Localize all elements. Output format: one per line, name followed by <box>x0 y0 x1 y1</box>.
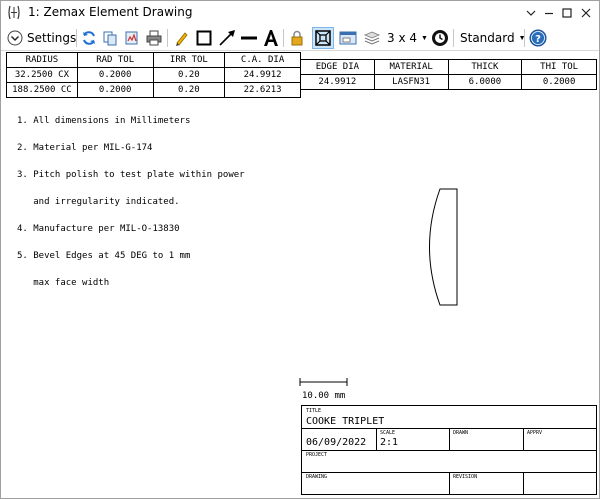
fit-icon <box>315 30 331 46</box>
rectangle-button[interactable] <box>195 27 213 49</box>
svg-text:?: ? <box>535 34 541 45</box>
scale-field-label: SCALE <box>380 430 396 436</box>
export-icon <box>125 31 138 45</box>
pencil-button[interactable] <box>173 27 191 49</box>
line-icon <box>241 36 257 40</box>
lens-profile <box>429 188 458 306</box>
layers-button[interactable] <box>362 27 382 49</box>
toolbar-separator <box>453 29 454 47</box>
drawing-field-label: DRAWING <box>306 474 328 480</box>
close-button[interactable] <box>578 5 594 21</box>
pencil-icon <box>176 32 188 46</box>
chevron-down-icon: ▼ <box>421 34 428 42</box>
fit-button[interactable] <box>312 27 334 49</box>
layout-dropdown-label: 3 x 4 <box>387 31 417 45</box>
project-field-label: PROJECT <box>306 452 328 458</box>
window-icon <box>339 31 357 45</box>
window-button[interactable] <box>338 27 358 49</box>
revision-field-label: REVISION <box>453 474 478 480</box>
chevron-down-circle-icon <box>7 30 23 46</box>
drawing-area: RADIUS RAD TOL IRR TOL C.A. DIA 32.2500 … <box>1 52 599 498</box>
minimize-button[interactable] <box>541 5 557 21</box>
settings-label: Settings <box>27 31 77 45</box>
app-icon <box>7 5 21 20</box>
help-icon: ? <box>529 29 547 47</box>
toolbar: Settings 3 x 4 ▼ Standard ▼ ? <box>1 25 599 51</box>
window-title: 1: Zemax Element Drawing <box>28 5 193 19</box>
arrow-icon <box>219 30 235 46</box>
toolbar-separator <box>524 29 525 47</box>
scale-bar-label: 10.00 mm <box>302 391 346 401</box>
divider <box>376 428 377 450</box>
divider <box>449 472 450 494</box>
divider <box>449 428 450 450</box>
title-block: TITLE COOKE TRIPLET 06/09/2022 SCALE 2:1… <box>301 405 597 495</box>
layers-icon <box>363 31 381 45</box>
settings-button[interactable]: Settings <box>7 27 76 49</box>
refresh-icon <box>83 31 95 45</box>
print-button[interactable] <box>145 27 163 49</box>
divider <box>523 428 524 450</box>
lock-icon <box>291 30 303 46</box>
style-dropdown-label: Standard <box>460 31 515 45</box>
copy-button[interactable] <box>101 27 119 49</box>
toolbar-separator <box>283 29 284 47</box>
copy-icon <box>103 31 117 46</box>
lock-button[interactable] <box>288 27 306 49</box>
text-button[interactable] <box>261 27 281 49</box>
clock-icon <box>432 30 448 46</box>
refresh-button[interactable] <box>80 27 98 49</box>
toolbar-separator <box>76 29 77 47</box>
style-dropdown[interactable]: Standard ▼ <box>460 27 526 49</box>
element-drawing-window: 1: Zemax Element Drawing Settings 3 x 4 … <box>0 0 600 499</box>
rectangle-icon <box>196 30 212 46</box>
layout-dropdown[interactable]: 3 x 4 ▼ <box>387 27 428 49</box>
title-field-value: COOKE TRIPLET <box>306 416 385 427</box>
scale-bar <box>299 378 348 386</box>
scale-field-value: 2:1 <box>380 437 399 448</box>
apprv-field-label: APPRV <box>527 430 543 436</box>
arrow-button[interactable] <box>217 27 237 49</box>
maximize-button[interactable] <box>559 5 575 21</box>
help-button[interactable]: ? <box>528 27 548 49</box>
export-button[interactable] <box>123 27 141 49</box>
print-icon <box>146 30 162 46</box>
divider <box>523 472 524 494</box>
text-icon <box>264 30 278 46</box>
dropdown-menu-icon[interactable] <box>523 5 539 21</box>
line-button[interactable] <box>239 27 259 49</box>
divider <box>302 450 596 451</box>
date-field-value: 06/09/2022 <box>306 437 367 448</box>
clock-button[interactable] <box>430 27 450 49</box>
drawn-field-label: DRAWN <box>453 430 469 436</box>
title-field-label: TITLE <box>306 408 322 414</box>
title-bar[interactable]: 1: Zemax Element Drawing <box>1 1 599 25</box>
toolbar-separator <box>167 29 168 47</box>
